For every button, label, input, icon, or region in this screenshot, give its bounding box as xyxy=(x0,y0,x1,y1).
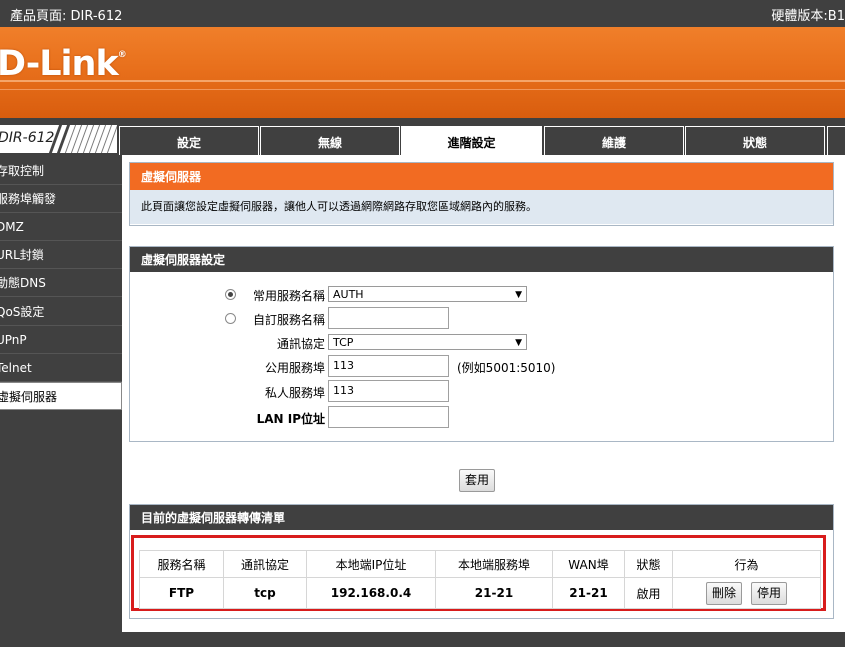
sidebar-item-virtual-server[interactable]: 虛擬伺服器 xyxy=(0,382,122,410)
protocol-value: TCP xyxy=(333,336,354,349)
sidebar-item-telnet[interactable]: Telnet xyxy=(0,354,122,382)
sidebar: 存取控制 服務埠觸發 DMZ URL封鎖 動態DNS QoS設定 UPnP Te… xyxy=(0,155,122,635)
delete-button[interactable]: 刪除 xyxy=(706,581,742,605)
forward-list-table: 服務名稱 通訊協定 本地端IP位址 本地端服務埠 WAN埠 狀態 行為 FTP … xyxy=(139,550,821,609)
dropdown-arrow-icon: ▼ xyxy=(515,338,522,348)
product-page-label: 產品頁面: DIR-612 xyxy=(10,9,123,24)
common-service-select[interactable]: AUTH ▼ xyxy=(328,286,527,302)
cell-wan-port: 21-21 xyxy=(552,577,625,609)
col-header-service: 服務名稱 xyxy=(139,550,224,578)
sidebar-item-dmz[interactable]: DMZ xyxy=(0,213,122,241)
model-badge: DIR-612 xyxy=(0,125,117,153)
tab-advanced[interactable]: 進階設定 xyxy=(401,126,542,156)
private-port-label: 私人服務埠 xyxy=(264,386,325,400)
common-service-label: 常用服務名稱 xyxy=(252,289,325,303)
public-port-input[interactable]: 113 xyxy=(328,355,449,377)
custom-service-input[interactable] xyxy=(328,307,449,329)
disable-button[interactable]: 停用 xyxy=(751,581,787,605)
public-port-hint: (例如5001:5010) xyxy=(457,361,556,375)
forward-list-title: 目前的虛擬伺服器轉傳清單 xyxy=(130,505,833,530)
cell-protocol: tcp xyxy=(223,577,307,609)
table-header-row: 服務名稱 通訊協定 本地端IP位址 本地端服務埠 WAN埠 狀態 行為 xyxy=(139,550,821,578)
col-header-local-port: 本地端服務埠 xyxy=(435,550,553,578)
custom-service-label: 自訂服務名稱 xyxy=(252,313,325,327)
hardware-version-label: 硬體版本:B1 xyxy=(771,9,845,24)
intro-description: 此頁面讓您設定虛擬伺服器，讓他人可以透過網際網路存取您區域網路內的服務。 xyxy=(130,190,833,224)
protocol-label: 通訊協定 xyxy=(276,337,325,351)
logo-text: D-Link xyxy=(0,44,119,84)
cell-actions: 刪除 停用 xyxy=(672,577,821,609)
col-header-action: 行為 xyxy=(672,550,821,578)
intro-title: 虛擬伺服器 xyxy=(130,163,833,190)
table-row: FTP tcp 192.168.0.4 21-21 21-21 啟用 刪除 停用 xyxy=(139,577,821,609)
lan-ip-label: LAN IP位址 xyxy=(256,412,325,426)
protocol-select[interactable]: TCP ▼ xyxy=(328,334,527,350)
col-header-protocol: 通訊協定 xyxy=(223,550,307,578)
apply-button[interactable]: 套用 xyxy=(459,469,495,492)
col-header-wan-port: WAN埠 xyxy=(552,550,625,578)
sidebar-item-port-triggering[interactable]: 服務埠觸發 xyxy=(0,185,122,213)
sidebar-item-url-filter[interactable]: URL封鎖 xyxy=(0,241,122,269)
logo-registered-mark: ® xyxy=(117,50,127,60)
col-header-local-ip: 本地端IP位址 xyxy=(306,550,436,578)
public-port-label: 公用服務埠 xyxy=(264,361,325,375)
cell-local-port: 21-21 xyxy=(435,577,553,609)
cell-status: 啟用 xyxy=(624,577,673,609)
tab-setup[interactable]: 設定 xyxy=(119,126,259,155)
model-name: DIR-612 xyxy=(0,130,55,146)
dlink-logo: D-Link® xyxy=(0,44,127,84)
intro-panel: 虛擬伺服器 此頁面讓您設定虛擬伺服器，讓他人可以透過網際網路存取您區域網路內的服… xyxy=(129,162,834,226)
private-port-input[interactable]: 113 xyxy=(328,380,449,402)
sidebar-item-qos[interactable]: QoS設定 xyxy=(0,298,122,326)
tab-status[interactable]: 狀態 xyxy=(685,126,825,155)
settings-panel: 虛擬伺服器設定 常用服務名稱 AUTH ▼ 自訂服務名稱 通訊協定 TCP ▼ … xyxy=(129,246,834,442)
tab-wireless[interactable]: 無線 xyxy=(260,126,400,155)
settings-title: 虛擬伺服器設定 xyxy=(130,247,833,272)
common-service-value: AUTH xyxy=(333,288,364,301)
dropdown-arrow-icon: ▼ xyxy=(515,290,522,300)
tab-row: DIR-612 設定 無線 進階設定 維護 狀態 xyxy=(0,118,845,156)
lan-ip-input[interactable] xyxy=(328,406,449,428)
banner-stripe xyxy=(0,80,845,82)
col-header-status: 狀態 xyxy=(624,550,673,578)
brand-banner: D-Link® xyxy=(0,27,845,118)
cell-local-ip: 192.168.0.4 xyxy=(306,577,436,609)
cell-service: FTP xyxy=(139,577,224,609)
tab-overflow[interactable] xyxy=(827,126,845,155)
top-bar: 產品頁面: DIR-612 硬體版本:B1 xyxy=(0,0,845,27)
sidebar-item-ddns[interactable]: 動態DNS xyxy=(0,269,122,297)
sidebar-item-access-control[interactable]: 存取控制 xyxy=(0,157,122,185)
sidebar-item-upnp[interactable]: UPnP xyxy=(0,326,122,354)
banner-stripe-thin xyxy=(0,89,845,90)
tab-maintenance[interactable]: 維護 xyxy=(544,126,684,155)
